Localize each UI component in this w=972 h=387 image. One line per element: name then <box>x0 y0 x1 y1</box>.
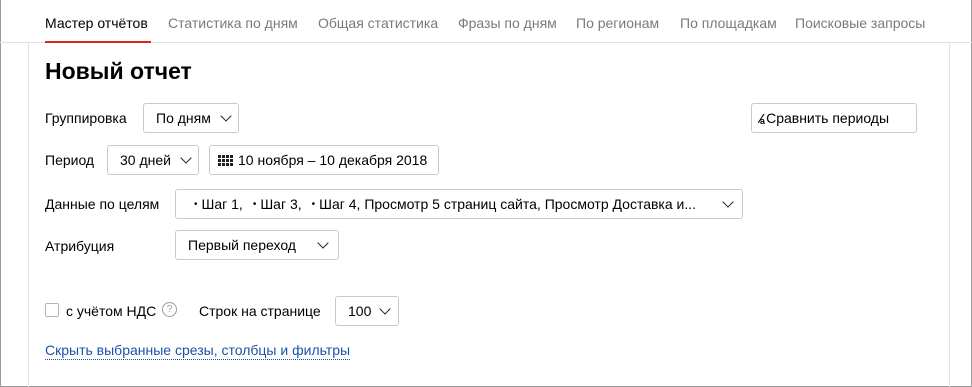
chevron-down-icon <box>317 237 329 249</box>
page-title: Новый отчет <box>45 58 192 84</box>
attribution-select[interactable]: Первый переход <box>175 230 339 260</box>
goals-select[interactable]: • Шаг 1, • Шаг 3, • Шаг 4, Просмотр 5 стран… <box>175 189 743 219</box>
date-range-picker[interactable]: 10 ноября – 10 декабря 2018 <box>209 145 439 175</box>
chevron-down-icon <box>180 152 192 164</box>
compare-periods-button[interactable]: ⁄ₐ Сравнить периоды <box>751 103 917 133</box>
grouping-label: Группировка <box>45 110 127 126</box>
hide-selections-link[interactable]: Скрыть выбранные срезы, столбцы и фильтр… <box>45 342 351 360</box>
period-preset-value: 30 дней <box>120 152 171 168</box>
attribution-value: Первый переход <box>188 237 296 253</box>
grouping-value: По дням <box>156 110 211 126</box>
date-range-value: 10 ноября – 10 декабря 2018 <box>238 152 428 168</box>
tab-phrases-by-day[interactable]: Фразы по дням <box>458 15 557 31</box>
chevron-down-icon <box>379 303 391 315</box>
calendar-icon <box>218 154 233 166</box>
period-label: Период <box>45 152 95 168</box>
compare-periods-icon: ⁄ₐ <box>760 110 765 126</box>
vat-label[interactable]: с учётом НДС <box>66 303 156 319</box>
tab-by-platform[interactable]: По площадкам <box>680 15 777 31</box>
chevron-down-icon <box>220 110 232 122</box>
rows-per-page-select[interactable]: 100 <box>335 296 399 326</box>
goals-list: • Шаг 1, • Шаг 3, • Шаг 4, Просмотр 5 стран… <box>176 196 706 212</box>
chevron-down-icon <box>722 196 734 208</box>
tab-daily-stats[interactable]: Статистика по дням <box>168 15 298 31</box>
rows-per-page-value: 100 <box>348 303 372 319</box>
help-icon[interactable]: ? <box>162 302 177 317</box>
goal-item: • Шаг 3, <box>252 196 302 212</box>
goal-item: • Шаг 4, Просмотр 5 страниц сайта, Просмо… <box>311 196 697 212</box>
rows-per-page-label: Строк на странице <box>199 303 321 319</box>
goals-label: Данные по целям <box>45 196 160 212</box>
vat-checkbox[interactable] <box>45 303 59 317</box>
period-preset-select[interactable]: 30 дней <box>107 145 199 175</box>
tab-by-region[interactable]: По регионам <box>576 15 659 31</box>
report-tabs: Мастер отчётов Статистика по дням Общая … <box>0 0 972 43</box>
grouping-select[interactable]: По дням <box>143 103 239 133</box>
compare-periods-label: Сравнить периоды <box>766 110 890 126</box>
goal-item: • Шаг 1, <box>194 196 243 212</box>
tab-general-stats[interactable]: Общая статистика <box>318 15 438 31</box>
tab-report-wizard[interactable]: Мастер отчётов <box>45 15 148 31</box>
attribution-label: Атрибуция <box>45 238 115 254</box>
tab-search-queries[interactable]: Поисковые запросы <box>795 15 925 31</box>
